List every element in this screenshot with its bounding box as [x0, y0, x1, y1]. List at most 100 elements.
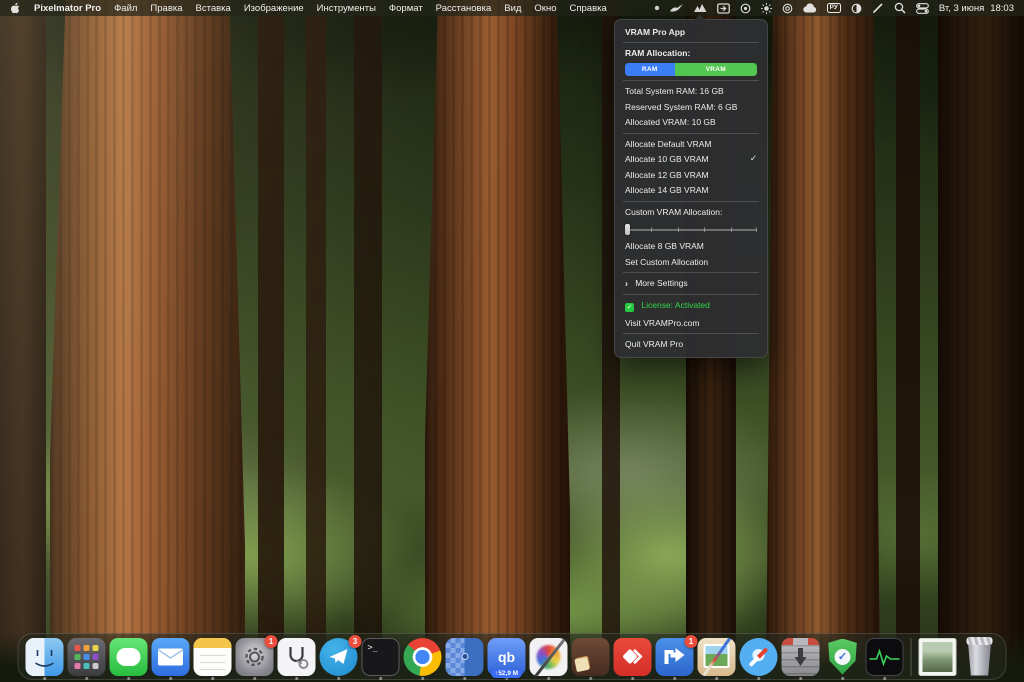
chevron-right-icon: ›	[625, 279, 628, 288]
dock-item-checker-split-app[interactable]	[446, 638, 484, 676]
menu-tools[interactable]: Инструменты	[317, 3, 376, 14]
sun-icon[interactable]	[761, 3, 772, 14]
visit-vrampro[interactable]: Visit VRAMPro.com	[615, 315, 767, 331]
menu-app-name[interactable]: Pixelmator Pro	[34, 3, 101, 14]
allocate-12gb-vram[interactable]: Allocate 12 GB VRAM	[615, 167, 767, 183]
dock-item-blue-share-app[interactable]: 1	[656, 638, 694, 676]
dock-item-telegram[interactable]: 3	[320, 638, 358, 676]
dock-item-trash[interactable]	[961, 638, 999, 676]
dock: 1 3 >_ qb ↑52,9 M	[18, 633, 1007, 680]
allocate-default-vram[interactable]: Allocate Default VRAM	[615, 136, 767, 152]
dock-item-qbittorrent[interactable]: qb ↑52,9 M	[488, 638, 526, 676]
reserved-system-ram: Reserved System RAM: 6 GB	[615, 99, 767, 115]
allocate-14gb-vram[interactable]: Allocate 14 GB VRAM	[615, 183, 767, 199]
menu-bar-status-area: РУ Вт, 3 июня 18:03	[654, 2, 1014, 14]
dock-item-red-chevrons-app[interactable]	[614, 638, 652, 676]
mountains-icon[interactable]	[694, 3, 707, 13]
ram-segment[interactable]: RAM	[625, 63, 675, 76]
red-chevrons-app-icon	[614, 638, 652, 676]
dock-item-download-crate-app[interactable]	[782, 638, 820, 676]
at-icon[interactable]	[782, 3, 793, 14]
terminal-icon: >_	[362, 638, 400, 676]
clock-date: Вт, 3 июня	[939, 3, 984, 14]
menu-bar: Pixelmator Pro Файл Правка Вставка Изобр…	[0, 0, 1024, 16]
desktop-wallpaper	[0, 0, 1024, 682]
dock-item-mail[interactable]	[152, 638, 190, 676]
menu-bar-clock[interactable]: Вт, 3 июня 18:03	[939, 3, 1014, 14]
activity-monitor-icon	[866, 638, 904, 676]
dock-item-chrome[interactable]	[404, 638, 442, 676]
menu-window[interactable]: Окно	[534, 3, 556, 14]
safari-icon	[740, 638, 778, 676]
quit-vram-pro[interactable]: Quit VRAM Pro	[615, 337, 767, 353]
menu-separator	[623, 201, 759, 202]
launchpad-icon	[68, 638, 106, 676]
share-app-notification-badge: 1	[685, 635, 698, 648]
license-check-icon: ✓	[625, 303, 634, 312]
menu-edit[interactable]: Правка	[150, 3, 182, 14]
allocated-vram: Allocated VRAM: 10 GB	[615, 115, 767, 131]
vram-slider-thumb[interactable]	[625, 224, 630, 235]
dock-item-image-file[interactable]	[919, 638, 957, 676]
ram-vram-segmented-bar[interactable]: RAM VRAM	[625, 63, 757, 76]
pencil-icon[interactable]	[872, 2, 884, 14]
input-source-badge[interactable]: РУ	[827, 3, 841, 13]
messages-icon	[110, 638, 148, 676]
dock-item-launchpad[interactable]	[68, 638, 106, 676]
dock-item-paint-picture-app[interactable]	[698, 638, 736, 676]
cloud-icon[interactable]	[803, 3, 817, 13]
slider-tick	[731, 227, 732, 232]
vram-segment[interactable]: VRAM	[675, 63, 758, 76]
menu-separator	[623, 333, 759, 334]
dock-item-activity-monitor-app[interactable]	[866, 638, 904, 676]
dock-item-notes[interactable]	[194, 638, 232, 676]
dock-item-finder[interactable]	[26, 638, 64, 676]
menu-help[interactable]: Справка	[570, 3, 607, 14]
menu-view[interactable]: Вид	[504, 3, 521, 14]
vram-pro-dot-icon[interactable]	[654, 5, 660, 11]
dock-item-safari[interactable]	[740, 638, 778, 676]
menu-image[interactable]: Изображение	[244, 3, 304, 14]
dock-item-brown-app[interactable]	[572, 638, 610, 676]
menu-separator	[623, 80, 759, 81]
dock-item-stethoscope-app[interactable]	[278, 638, 316, 676]
apple-menu[interactable]	[10, 2, 21, 14]
notes-icon	[194, 638, 232, 676]
shield-checkmark: ✓	[835, 649, 851, 665]
menu-insert[interactable]: Вставка	[196, 3, 231, 14]
slider-tick	[756, 227, 757, 232]
terminal-prompt-glyph: >_	[368, 643, 378, 653]
allocate-8gb-vram[interactable]: Allocate 8 GB VRAM	[615, 239, 767, 255]
dock-separator	[911, 638, 912, 676]
license-status: ✓ License: Activated	[615, 297, 767, 315]
dock-item-messages[interactable]	[110, 638, 148, 676]
menu-file[interactable]: Файл	[114, 3, 137, 14]
menu-bar-left: Pixelmator Pro Файл Правка Вставка Изобр…	[10, 2, 607, 14]
custom-vram-slider[interactable]	[625, 224, 757, 236]
menu-format[interactable]: Формат	[389, 3, 423, 14]
spotlight-icon[interactable]	[894, 2, 906, 14]
display-arrow-icon[interactable]	[717, 3, 730, 14]
target-icon[interactable]	[740, 3, 751, 14]
more-settings-label: More Settings	[635, 278, 687, 288]
allocate-10gb-vram[interactable]: Allocate 10 GB VRAM ✓	[615, 152, 767, 168]
contrast-icon[interactable]	[851, 3, 862, 14]
dock-item-terminal[interactable]: >_	[362, 638, 400, 676]
menu-separator	[623, 42, 759, 43]
vram-pro-menu: VRAM Pro App RAM Allocation: RAM VRAM To…	[614, 19, 768, 358]
checkmark-icon: ✓	[750, 154, 757, 163]
stethoscope-app-icon	[278, 638, 316, 676]
menu-arrange[interactable]: Расстановка	[436, 3, 492, 14]
set-custom-allocation[interactable]: Set Custom Allocation	[615, 254, 767, 270]
qbittorrent-upload-badge: ↑52,9 M	[491, 669, 522, 678]
paint-picture-app-icon	[698, 638, 736, 676]
dock-item-pixelmator-pro[interactable]	[530, 638, 568, 676]
telegram-notification-badge: 3	[349, 635, 362, 648]
more-settings[interactable]: › More Settings	[615, 276, 767, 292]
bird-icon[interactable]	[670, 3, 684, 13]
settings-notification-badge: 1	[265, 635, 278, 648]
dock-item-shield-check-app[interactable]: ✓	[824, 638, 862, 676]
control-center-icon[interactable]	[916, 3, 929, 14]
slider-track[interactable]	[625, 229, 757, 231]
dock-item-system-settings[interactable]: 1	[236, 638, 274, 676]
